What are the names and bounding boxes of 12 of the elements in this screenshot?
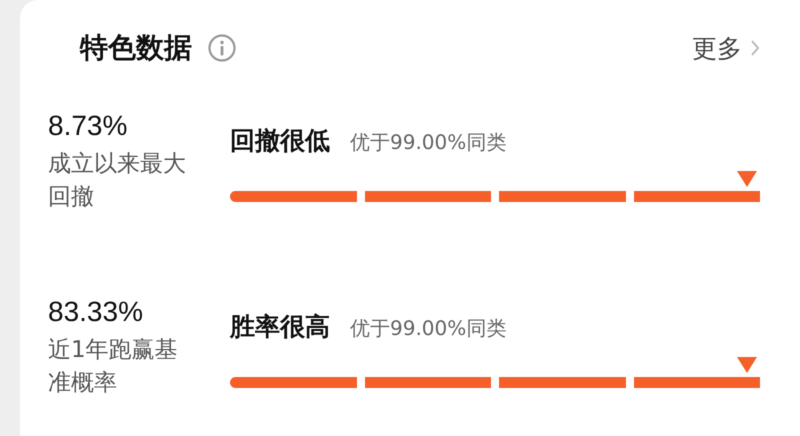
- metric-verdict: 胜率很高: [230, 311, 330, 343]
- metric-label: 成立以来最大回撤: [48, 150, 187, 212]
- metric-verdict: 回撤很低: [230, 125, 330, 157]
- more-link[interactable]: 更多: [692, 32, 742, 64]
- metric-label: 近1年跑赢基准概率: [48, 336, 179, 398]
- section-title: 特色数据: [80, 30, 192, 66]
- rank-text: 优于99.00%同类: [350, 315, 506, 342]
- chevron-right-icon[interactable]: [750, 39, 760, 57]
- metric-value: 83.33%: [48, 296, 144, 328]
- info-icon[interactable]: [208, 34, 236, 62]
- rank-text: 优于99.00%同类: [350, 129, 506, 156]
- metric-value: 8.73%: [48, 110, 128, 142]
